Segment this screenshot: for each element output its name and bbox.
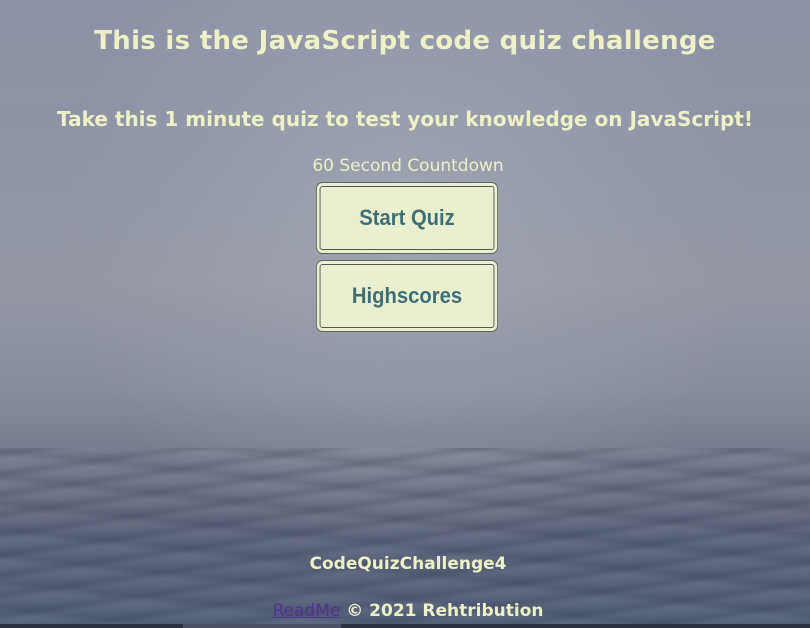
readme-link[interactable]: ReadMe — [273, 601, 341, 621]
countdown-label: 60 Second Countdown — [312, 156, 504, 176]
bottom-scrollbar[interactable] — [0, 624, 810, 628]
footer-copyright: © 2021 Rehtribution — [346, 601, 544, 621]
page-title: This is the JavaScript code quiz challen… — [94, 26, 716, 56]
start-quiz-button[interactable]: Start Quiz — [316, 183, 498, 253]
page-subtitle: Take this 1 minute quiz to test your kno… — [57, 107, 753, 131]
highscores-button[interactable]: Highscores — [316, 261, 498, 331]
footer: ReadMe © 2021 Rehtribution — [0, 601, 810, 621]
footer-project-name: CodeQuizChallenge4 — [309, 554, 507, 574]
scrollbar-thumb[interactable] — [183, 624, 341, 628]
